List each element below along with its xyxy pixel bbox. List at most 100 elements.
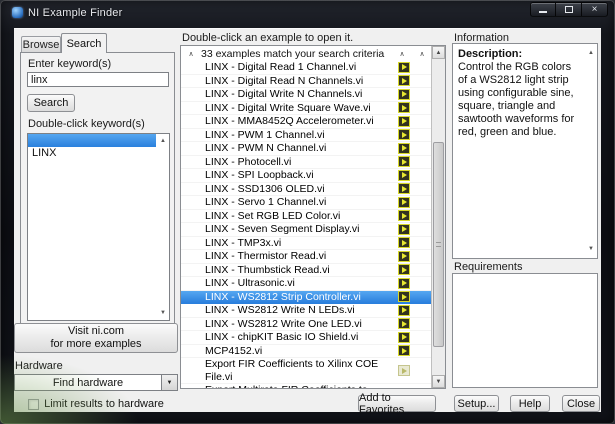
- help-button[interactable]: Help: [510, 395, 550, 412]
- example-label: LINX - WS2812 Write N LEDs.vi: [205, 304, 355, 316]
- results-header-row[interactable]: ∧ 33 examples match your search criteria…: [181, 46, 431, 61]
- setup-button[interactable]: Setup...: [454, 395, 499, 412]
- client-area: Browse Search Enter keyword(s) Search Do…: [14, 28, 601, 416]
- vi-icon: [398, 115, 410, 127]
- example-label: LINX - Digital Write Square Wave.vi: [205, 101, 371, 114]
- example-label: LINX - WS2812 Write One LED.vi: [205, 317, 362, 330]
- tab-search-label: Search: [66, 37, 102, 50]
- limit-hardware-label: Limit results to hardware: [44, 398, 164, 410]
- example-label: LINX - Photocell.vi: [205, 155, 292, 168]
- example-row[interactable]: LINX - TMP3x.vi: [181, 237, 431, 250]
- example-row[interactable]: LINX - PWM N Channel.vi: [181, 142, 431, 156]
- example-row[interactable]: LINX - Seven Segment Display.vi: [181, 223, 431, 237]
- scrollbar-up-button[interactable]: ▲: [432, 46, 445, 59]
- scrollbar-thumb[interactable]: [433, 142, 444, 347]
- scroll-down-icon[interactable]: ▼: [160, 310, 166, 316]
- scroll-down-icon: ▼: [435, 378, 442, 385]
- setup-button-label: Setup...: [457, 397, 496, 410]
- example-label: LINX - Ultrasonic.vi: [205, 277, 295, 289]
- requirements-box[interactable]: [452, 273, 598, 388]
- maximize-icon: [564, 6, 573, 13]
- information-box[interactable]: Description: Control the RGB colors of a…: [452, 43, 598, 259]
- example-row[interactable]: LINX - SPI Loopback.vi: [181, 169, 431, 183]
- scrollbar-grip-icon: [436, 241, 441, 247]
- example-row[interactable]: MCP4152.vi: [181, 345, 431, 358]
- example-row[interactable]: LINX - Ultrasonic.vi: [181, 277, 431, 291]
- limit-hardware-checkbox[interactable]: [28, 398, 40, 410]
- example-row[interactable]: LINX - WS2812 Strip Controller.vi: [181, 290, 431, 304]
- add-to-favorites-button[interactable]: Add to Favorites: [358, 392, 436, 416]
- example-row[interactable]: LINX - SSD1306 OLED.vi: [181, 182, 431, 196]
- sort-asc-icon[interactable]: ∧: [391, 50, 413, 58]
- keyword-rows: LINX: [28, 134, 169, 160]
- example-row[interactable]: LINX - Digital Read N Channels.vi: [181, 74, 431, 88]
- window-frame: NI Example Finder × Browse Search Enter …: [0, 0, 615, 424]
- vi-icon: [398, 88, 410, 100]
- search-button[interactable]: Search: [27, 94, 75, 112]
- example-row[interactable]: LINX - WS2812 Write N LEDs.vi: [181, 304, 431, 318]
- results-scrollbar[interactable]: ▲ ▼: [431, 46, 445, 388]
- example-row[interactable]: LINX - Digital Write N Channels.vi: [181, 88, 431, 102]
- tab-browse[interactable]: Browse: [21, 36, 61, 53]
- example-row[interactable]: LINX - Digital Read 1 Channel.vi: [181, 61, 431, 75]
- example-label: LINX - SPI Loopback.vi: [205, 169, 314, 181]
- example-row[interactable]: Export Multirate FIR Coefficients to Xil…: [181, 384, 431, 388]
- example-row[interactable]: LINX - MMA8452Q Accelerometer.vi: [181, 115, 431, 129]
- hardware-dropdown[interactable]: Find hardware ▼: [14, 374, 178, 391]
- example-row[interactable]: LINX - chipKIT Basic IO Shield.vi: [181, 331, 431, 345]
- close-window-button[interactable]: ×: [582, 2, 608, 17]
- keyword-list[interactable]: LINX ▲ ▼: [27, 133, 170, 321]
- example-label: LINX - Digital Read 1 Channel.vi: [205, 61, 357, 73]
- example-row[interactable]: LINX - WS2812 Write One LED.vi: [181, 317, 431, 331]
- minimize-button[interactable]: [530, 2, 556, 17]
- example-row[interactable]: LINX - PWM 1 Channel.vi: [181, 129, 431, 142]
- help-button-label: Help: [518, 397, 542, 410]
- titlebar[interactable]: NI Example Finder ×: [0, 0, 615, 28]
- sort-asc-icon[interactable]: ∧: [413, 50, 431, 58]
- tab-search[interactable]: Search: [61, 33, 107, 53]
- results-count-label: 33 examples match your search criteria: [201, 47, 385, 60]
- vi-icon: [398, 250, 410, 262]
- vi-icon: [398, 129, 410, 141]
- app-icon: [12, 7, 23, 18]
- example-label: LINX - Digital Write N Channels.vi: [205, 88, 363, 100]
- scroll-up-icon[interactable]: ▲: [160, 138, 166, 144]
- example-row[interactable]: Export FIR Coefficients to Xilinx COE Fi…: [181, 358, 431, 384]
- example-row[interactable]: LINX - Thermistor Read.vi: [181, 250, 431, 264]
- example-label: LINX - Thermistor Read.vi: [205, 250, 327, 262]
- vi-icon: [398, 345, 410, 357]
- example-row[interactable]: LINX - Set RGB LED Color.vi: [181, 210, 431, 223]
- vi-icon: [398, 237, 410, 249]
- results-list[interactable]: ∧ 33 examples match your search criteria…: [180, 45, 446, 389]
- example-label: LINX - Digital Read N Channels.vi: [205, 74, 364, 87]
- minimize-icon: [539, 11, 547, 13]
- keyword-item[interactable]: LINX: [28, 147, 156, 160]
- dropdown-arrow-button[interactable]: ▼: [161, 375, 177, 390]
- sort-asc-icon[interactable]: ∧: [181, 50, 201, 58]
- example-row[interactable]: LINX - Photocell.vi: [181, 155, 431, 169]
- visit-ni-button[interactable]: Visit ni.com for more examples: [14, 323, 178, 353]
- vi-icon: [398, 264, 410, 276]
- keyword-item[interactable]: [28, 134, 156, 147]
- example-row[interactable]: LINX - Digital Write Square Wave.vi: [181, 101, 431, 115]
- example-label: Export FIR Coefficients to Xilinx COE Fi…: [205, 358, 379, 383]
- description-text: Control the RGB colors of a WS2812 light…: [458, 61, 575, 138]
- keyword-input[interactable]: [27, 72, 169, 87]
- example-label: Export Multirate FIR Coefficients to Xil…: [205, 384, 398, 388]
- example-label: LINX - Seven Segment Display.vi: [205, 223, 360, 235]
- example-row[interactable]: LINX - Thumbstick Read.vi: [181, 264, 431, 277]
- close-button[interactable]: Close: [562, 395, 600, 412]
- limit-hardware-row: Limit results to hardware: [14, 398, 178, 410]
- add-to-favorites-label: Add to Favorites: [359, 391, 405, 416]
- maximize-button[interactable]: [556, 2, 582, 17]
- vi-icon: [398, 223, 410, 235]
- scroll-up-icon[interactable]: ▲: [588, 50, 594, 56]
- keyword-list-label: Double-click keyword(s): [28, 118, 145, 130]
- scrollbar-down-button[interactable]: ▼: [432, 375, 445, 388]
- example-label: LINX - SSD1306 OLED.vi: [205, 182, 325, 195]
- example-row[interactable]: LINX - Servo 1 Channel.vi: [181, 196, 431, 210]
- scroll-down-icon[interactable]: ▼: [588, 246, 594, 252]
- close-button-label: Close: [566, 397, 596, 410]
- example-label: LINX - WS2812 Strip Controller.vi: [205, 290, 361, 303]
- vi-icon: [398, 277, 410, 289]
